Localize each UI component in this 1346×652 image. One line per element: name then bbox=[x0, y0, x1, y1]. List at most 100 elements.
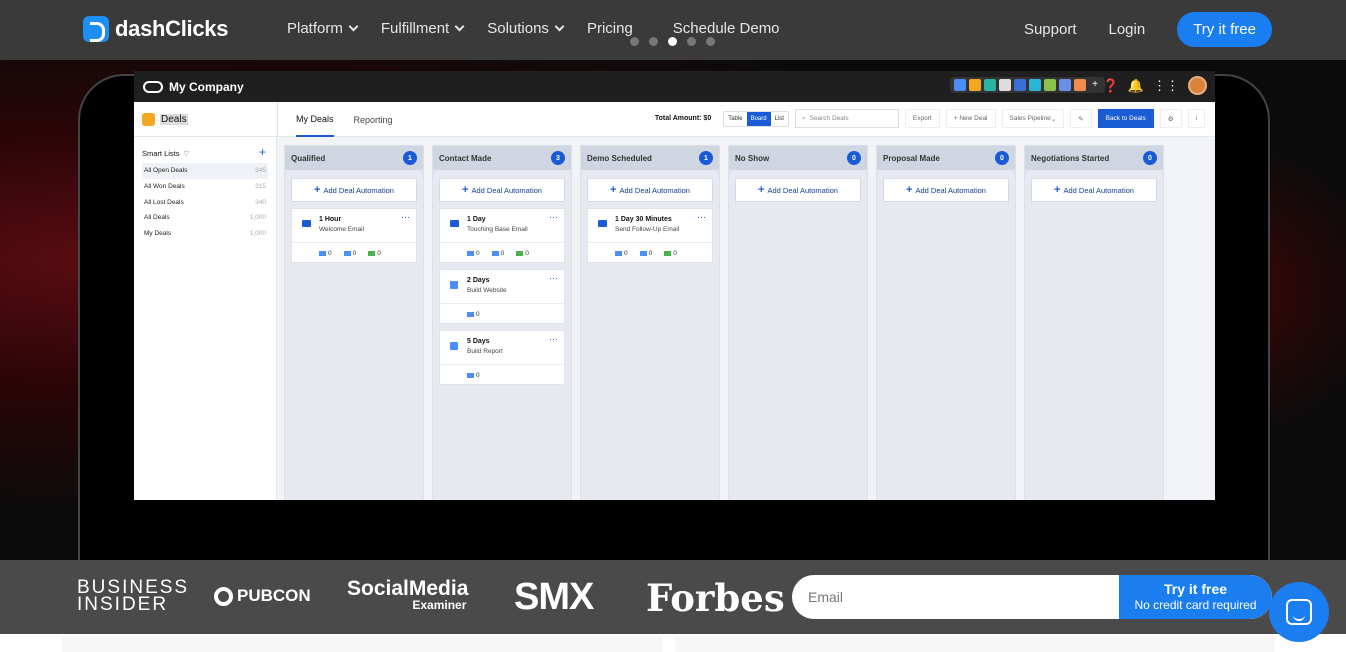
add-deal-automation-button[interactable]: + Add Deal Automation bbox=[883, 178, 1009, 202]
back-to-deals-button[interactable]: Back to Deals bbox=[1097, 109, 1154, 128]
card-stats: 0 bbox=[467, 311, 480, 318]
task-icon bbox=[450, 342, 458, 350]
view-board[interactable]: Board bbox=[746, 111, 771, 126]
column-title: Proposal Made bbox=[883, 153, 940, 163]
card-stat: 0 bbox=[491, 250, 504, 257]
carousel-dot[interactable] bbox=[630, 37, 639, 46]
column-count-badge: 1 bbox=[699, 151, 713, 165]
smart-list-item[interactable]: All Won Deals 315 bbox=[142, 179, 268, 195]
carousel-dot[interactable] bbox=[687, 37, 696, 46]
app-icon[interactable] bbox=[1059, 79, 1071, 91]
card-stat: 0 bbox=[319, 250, 332, 257]
email-icon bbox=[598, 220, 607, 227]
nav-platform[interactable]: Platform bbox=[287, 20, 359, 37]
smart-list-count: 315 bbox=[255, 183, 266, 191]
column-title: Contact Made bbox=[439, 153, 492, 163]
support-link[interactable]: Support bbox=[1024, 21, 1077, 38]
smart-list-item[interactable]: All Deals 1,000 bbox=[142, 210, 268, 226]
nav-label: Solutions bbox=[487, 20, 549, 37]
smart-list-item[interactable]: My Deals 1,000 bbox=[142, 226, 268, 242]
automation-card[interactable]: 1 Day Touching Base Email ··· 0 0 0 bbox=[439, 208, 565, 263]
tab-my-deals[interactable]: My Deals bbox=[296, 102, 334, 137]
app-icon[interactable] bbox=[984, 79, 996, 91]
nav-schedule-demo[interactable]: Schedule Demo bbox=[673, 20, 780, 37]
automation-card[interactable]: 1 Day 30 Minutes Send Follow-Up Email ··· 0… bbox=[587, 208, 713, 263]
app-icon[interactable] bbox=[954, 79, 966, 91]
automation-card[interactable]: 2 Days Build Website ··· 0 bbox=[439, 269, 565, 324]
email-icon bbox=[450, 220, 459, 227]
more-options-icon[interactable]: ··· bbox=[549, 212, 558, 222]
add-deal-automation-button[interactable]: + Add Deal Automation bbox=[587, 178, 713, 202]
app-screenshot: My Company + ❓ 🔔 ⋮⋮ Deals My Deals Repor… bbox=[134, 71, 1215, 500]
app-icon[interactable] bbox=[1074, 79, 1086, 91]
tab-reporting[interactable]: Reporting bbox=[354, 102, 393, 137]
pipeline-column: Proposal Made 0 + Add Deal Automation bbox=[876, 145, 1016, 500]
edit-icon[interactable]: ✎ bbox=[1070, 109, 1092, 128]
chevron-down-icon bbox=[454, 21, 465, 32]
search-deals-input[interactable]: ⌕ Search Deals bbox=[794, 109, 899, 128]
pipeline-column: No Show 0 + Add Deal Automation bbox=[728, 145, 868, 500]
app-icon[interactable] bbox=[1029, 79, 1041, 91]
carousel-dot[interactable] bbox=[706, 37, 715, 46]
login-link[interactable]: Login bbox=[1109, 21, 1146, 38]
user-avatar[interactable] bbox=[1188, 76, 1207, 95]
pipeline-select[interactable]: Sales Pipeline ⌄ bbox=[1001, 109, 1065, 128]
stat-value: 0 bbox=[476, 311, 480, 318]
add-deal-automation-button[interactable]: + Add Deal Automation bbox=[291, 178, 417, 202]
page-continuation bbox=[0, 634, 1346, 652]
try-free-submit-button[interactable]: Try it free No credit card required bbox=[1119, 575, 1272, 619]
nav-solutions[interactable]: Solutions bbox=[487, 20, 565, 37]
smart-list-item[interactable]: All Open Deals 345 bbox=[142, 163, 268, 179]
signup-form: Email Try it free No credit card require… bbox=[792, 575, 1272, 619]
carousel-dot[interactable] bbox=[668, 37, 677, 46]
filter-icon[interactable]: ▽ bbox=[184, 149, 190, 158]
bell-icon[interactable]: 🔔 bbox=[1128, 78, 1144, 94]
brand-logo[interactable]: dashClicks bbox=[83, 16, 228, 42]
view-list[interactable]: List bbox=[771, 112, 788, 126]
more-options-icon[interactable]: ··· bbox=[697, 212, 706, 222]
view-table[interactable]: Table bbox=[724, 112, 746, 126]
more-options-icon[interactable]: ··· bbox=[401, 212, 410, 222]
app-icon[interactable] bbox=[1014, 79, 1026, 91]
add-smart-list-button[interactable]: + bbox=[259, 145, 266, 159]
settings-icon[interactable]: ⚙ bbox=[1159, 109, 1182, 128]
main-menu: Platform Fulfillment Solutions Pricing Sched… bbox=[287, 20, 804, 37]
app-icon[interactable] bbox=[999, 79, 1011, 91]
pipeline-column: Contact Made 3 + Add Deal Automation 1 Day To… bbox=[432, 145, 572, 500]
plus-icon: + bbox=[758, 184, 765, 196]
nav-fulfillment[interactable]: Fulfillment bbox=[381, 20, 465, 37]
nav-pricing[interactable]: Pricing bbox=[587, 20, 633, 37]
plus-icon[interactable]: + bbox=[1089, 79, 1101, 91]
export-button[interactable]: Export bbox=[904, 109, 940, 128]
email-input[interactable]: Email bbox=[808, 589, 843, 605]
app-icon[interactable] bbox=[969, 79, 981, 91]
automation-card[interactable]: 5 Days Build Report ··· 0 bbox=[439, 330, 565, 385]
grid-icon[interactable]: ⋮⋮ bbox=[1153, 78, 1179, 94]
header-icons: ❓ 🔔 ⋮⋮ bbox=[1103, 76, 1207, 95]
sent-icon bbox=[319, 250, 326, 256]
more-options-icon[interactable]: ··· bbox=[549, 273, 558, 283]
app-icon[interactable] bbox=[1044, 79, 1056, 91]
column-header: Proposal Made 0 bbox=[877, 146, 1015, 170]
plus-icon: + bbox=[610, 184, 617, 196]
help-icon[interactable]: ❓ bbox=[1103, 78, 1119, 94]
stat-value: 0 bbox=[624, 250, 628, 257]
pipeline-column: Qualified 1 + Add Deal Automation 1 Hour Welc… bbox=[284, 145, 424, 500]
add-deal-automation-button[interactable]: + Add Deal Automation bbox=[735, 178, 861, 202]
chat-launcher-button[interactable] bbox=[1269, 582, 1329, 642]
automation-card[interactable]: 1 Hour Welcome Email ··· 0 0 0 bbox=[291, 208, 417, 263]
button-main-label: Try it free bbox=[1163, 581, 1228, 597]
smart-list-item[interactable]: All Lost Deals 340 bbox=[142, 194, 268, 210]
smart-list-count: 1,000 bbox=[249, 230, 266, 238]
view-switcher: Table Board List bbox=[723, 110, 789, 127]
card-delay: 1 Day bbox=[467, 216, 486, 223]
carousel-dot[interactable] bbox=[649, 37, 658, 46]
stat-value: 0 bbox=[377, 250, 381, 257]
card-title: Build Report bbox=[467, 348, 503, 355]
info-icon[interactable]: i bbox=[1187, 109, 1205, 128]
add-deal-automation-button[interactable]: + Add Deal Automation bbox=[439, 178, 565, 202]
try-it-free-button[interactable]: Try it free bbox=[1177, 12, 1272, 47]
more-options-icon[interactable]: ··· bbox=[549, 334, 558, 344]
new-deal-button[interactable]: + New Deal bbox=[945, 109, 996, 128]
add-deal-automation-button[interactable]: + Add Deal Automation bbox=[1031, 178, 1157, 202]
